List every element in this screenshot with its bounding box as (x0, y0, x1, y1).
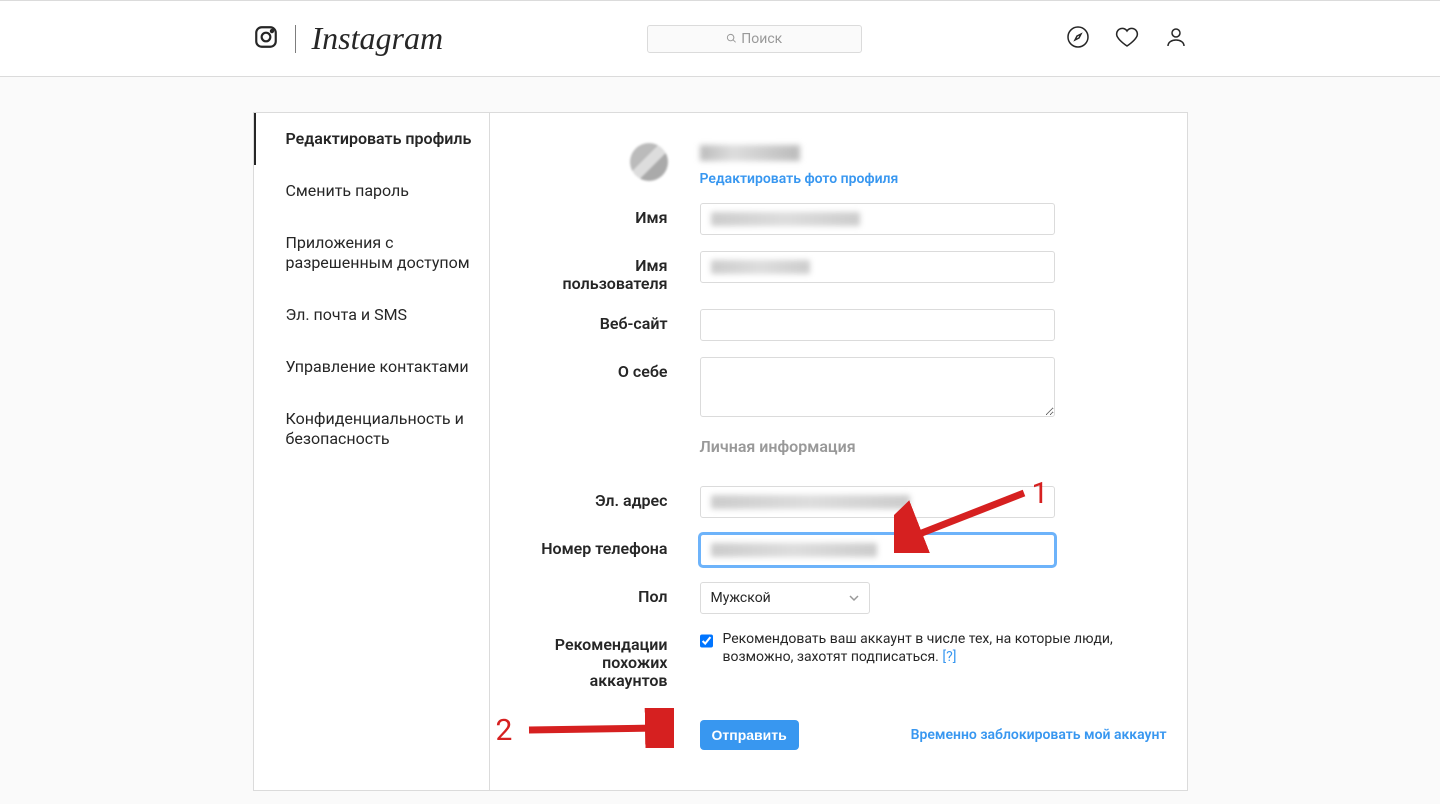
instagram-camera-icon[interactable] (253, 24, 279, 54)
profile-icon[interactable] (1164, 25, 1188, 53)
sidebar-item-email-sms[interactable]: Эл. почта и SMS (254, 289, 489, 341)
sidebar-item-edit-profile[interactable]: Редактировать профиль (254, 113, 489, 165)
label-username: Имя пользователя (530, 251, 700, 293)
label-phone: Номер телефона (530, 534, 700, 558)
annotation-number-1: 1 (1032, 476, 1049, 511)
edit-photo-link[interactable]: Редактировать фото профиля (700, 171, 899, 187)
recommend-label: Рекомендовать ваш аккаунт в числе тех, н… (723, 630, 1120, 666)
gender-select[interactable]: Мужской (700, 582, 870, 614)
gender-value: Мужской (711, 590, 771, 606)
personal-info-subtitle: Личная информация (700, 437, 1055, 456)
annotation-arrow-2 (524, 708, 674, 748)
label-name: Имя (530, 203, 700, 227)
annotation-number-2: 2 (496, 713, 513, 748)
avatar[interactable] (630, 143, 668, 181)
bio-field[interactable] (700, 357, 1055, 417)
recommend-help-link[interactable]: [?] (942, 649, 956, 665)
username-display (700, 145, 800, 161)
settings-sidebar: Редактировать профиль Сменить пароль При… (254, 113, 490, 790)
label-email: Эл. адрес (530, 486, 700, 510)
website-field[interactable] (700, 309, 1055, 341)
disable-account-link[interactable]: Временно заблокировать мой аккаунт (911, 727, 1167, 743)
edit-profile-form: Редактировать фото профиля Имя Имя польз… (490, 113, 1187, 790)
submit-button[interactable]: Отправить (700, 720, 799, 750)
sidebar-item-authorized-apps[interactable]: Приложения с разрешенным доступом (254, 217, 489, 289)
logo-divider (295, 25, 296, 53)
heart-icon[interactable] (1115, 25, 1139, 53)
top-nav: Instagram Поиск (0, 0, 1440, 77)
label-recommendations: Рекомендации похожих аккаунтов (530, 630, 700, 690)
annotation-arrow-1 (894, 483, 1034, 553)
recommend-checkbox[interactable] (700, 633, 713, 649)
search-placeholder: Поиск (741, 31, 782, 47)
username-field[interactable] (700, 251, 1055, 283)
search-input[interactable]: Поиск (647, 25, 862, 53)
chevron-down-icon (849, 593, 859, 603)
label-website: Веб-сайт (530, 309, 700, 333)
sidebar-item-change-password[interactable]: Сменить пароль (254, 165, 489, 217)
settings-container: Редактировать профиль Сменить пароль При… (253, 112, 1188, 791)
sidebar-item-privacy-security[interactable]: Конфиденциальность и безопасность (254, 393, 489, 465)
instagram-logo[interactable]: Instagram (312, 20, 444, 57)
name-field[interactable] (700, 203, 1055, 235)
explore-icon[interactable] (1066, 25, 1090, 53)
label-bio: О себе (530, 357, 700, 381)
label-gender: Пол (530, 582, 700, 606)
sidebar-item-manage-contacts[interactable]: Управление контактами (254, 341, 489, 393)
